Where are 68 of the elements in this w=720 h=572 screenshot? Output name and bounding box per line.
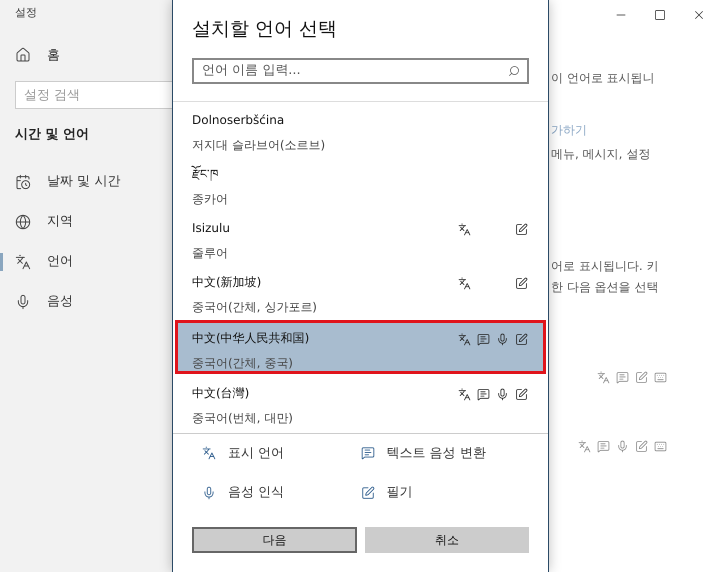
language-icon bbox=[458, 276, 471, 290]
speech-bubble-icon bbox=[597, 440, 610, 453]
speech-bubble-icon bbox=[477, 332, 490, 346]
language-row[interactable]: 中文(台灣) 중국어(번체, 대만) bbox=[175, 374, 546, 428]
speech-bubble-icon bbox=[616, 371, 629, 384]
language-name: Isizulu bbox=[192, 220, 230, 236]
legend-label: 텍스트 음성 변환 bbox=[386, 444, 486, 462]
language-search-field[interactable]: 언어 이름 입력... bbox=[192, 58, 529, 84]
calendar-clock-icon bbox=[15, 174, 31, 190]
language-translation: 중국어(간체, 중국) bbox=[192, 354, 294, 372]
description-text: 한 다음 옵션을 선택 bbox=[551, 279, 658, 296]
language-icon bbox=[458, 222, 471, 236]
section-heading: 시간 및 언어 bbox=[15, 126, 90, 144]
pen-icon bbox=[515, 388, 528, 400]
language-name: 中文(台灣) bbox=[192, 384, 250, 402]
legend-label: 음성 인식 bbox=[228, 484, 284, 502]
language-name: 中文(中华人民共和国) bbox=[192, 330, 310, 346]
legend-label: 표시 언어 bbox=[228, 444, 284, 462]
language-icon bbox=[15, 254, 31, 270]
search-icon bbox=[508, 64, 520, 76]
speech-bubble-icon bbox=[477, 388, 490, 400]
home-link[interactable]: 홈 bbox=[15, 46, 60, 65]
pen-icon bbox=[635, 440, 648, 453]
language-translation: 줄루어 bbox=[192, 244, 229, 262]
cancel-button[interactable]: 취소 bbox=[364, 526, 529, 552]
keyboard-icon bbox=[654, 440, 667, 453]
language-translation: 저지대 슬라브어(소르브) bbox=[192, 136, 326, 154]
pen-icon bbox=[515, 276, 528, 290]
microphone-icon bbox=[616, 440, 629, 453]
language-name: རྫོང་ཁ bbox=[192, 166, 219, 182]
language-icon bbox=[202, 446, 216, 460]
globe-icon bbox=[15, 214, 31, 230]
description-text: 어로 표시됩니다. 키 bbox=[551, 258, 658, 275]
language-translation: 종카어 bbox=[192, 190, 228, 208]
nav-item[interactable]: 날짜 및 시간 bbox=[0, 170, 120, 192]
language-name: Dolnoserbšćina bbox=[192, 112, 286, 128]
language-row[interactable]: Isizulu 줄루어 bbox=[175, 210, 546, 264]
home-icon bbox=[15, 47, 31, 64]
nav-item[interactable]: 지역 bbox=[0, 210, 73, 232]
dialog-title: 설치할 언어 선택 bbox=[192, 17, 338, 42]
language-icon bbox=[458, 388, 471, 400]
language-row[interactable]: 中文(新加坡) 중국어(간체, 싱가포르) bbox=[175, 264, 546, 318]
microphone-icon bbox=[202, 486, 216, 500]
language-name: 中文(新加坡) bbox=[192, 274, 262, 290]
legend-label: 필기 bbox=[386, 484, 412, 502]
description-text: 메뉴, 메시지, 설정 bbox=[551, 146, 650, 163]
pen-icon bbox=[635, 371, 648, 384]
language-translation: 중국어(간체, 싱가포르) bbox=[192, 298, 317, 316]
pen-icon bbox=[360, 486, 374, 500]
keyboard-icon bbox=[654, 371, 667, 384]
pen-icon bbox=[515, 332, 528, 346]
language-translation: 중국어(번체, 대만) bbox=[192, 410, 293, 426]
microphone-icon bbox=[15, 294, 31, 310]
language-row[interactable]: 中文(中华人民共和国) 중국어(간체, 중국) bbox=[175, 320, 546, 374]
speech-bubble-icon bbox=[360, 446, 374, 460]
language-icon bbox=[597, 371, 610, 384]
nav-item[interactable]: 언어 bbox=[0, 250, 73, 272]
nav-item[interactable]: 음성 bbox=[0, 290, 73, 312]
window-title: 설정 bbox=[15, 5, 37, 21]
language-row[interactable]: རྫོང་ཁ 종카어 bbox=[175, 156, 546, 210]
microphone-icon bbox=[496, 332, 509, 346]
description-text: 이 언어로 표시됩니 bbox=[551, 70, 655, 87]
language-icon bbox=[458, 332, 471, 346]
microphone-icon bbox=[496, 388, 509, 400]
language-icon bbox=[578, 440, 591, 453]
next-button[interactable]: 다음 bbox=[192, 526, 356, 552]
pen-icon bbox=[515, 222, 528, 236]
maximize-icon[interactable] bbox=[654, 9, 666, 21]
